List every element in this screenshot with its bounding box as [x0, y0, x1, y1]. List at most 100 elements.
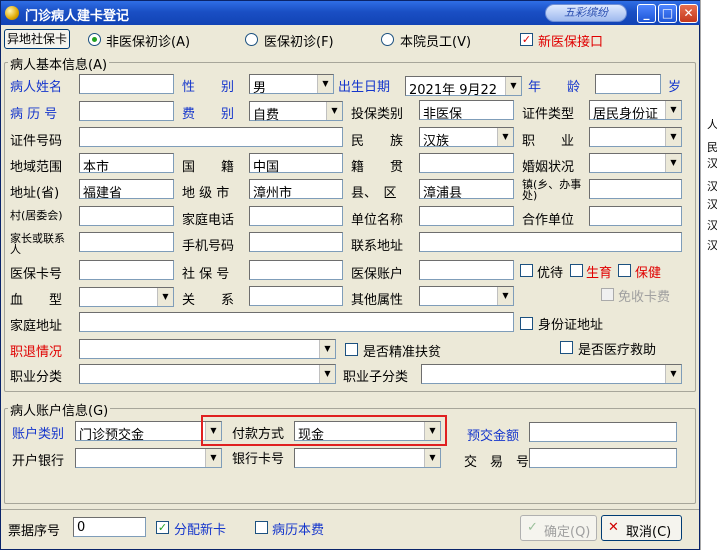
- gender-select[interactable]: 男 ▼: [249, 74, 334, 96]
- other-attr-label: 其他属性: [351, 293, 404, 308]
- app-icon: [5, 6, 19, 20]
- radio-insured[interactable]: [245, 33, 258, 46]
- chevron-down-icon: ▼: [317, 75, 333, 93]
- bank-select[interactable]: ▼: [75, 448, 222, 468]
- transaction-no-input[interactable]: [529, 448, 677, 468]
- social-no-label: 社 保 号: [182, 267, 230, 282]
- minimize-icon[interactable]: _: [637, 4, 656, 23]
- radio-staff[interactable]: [381, 33, 394, 46]
- insure-type-input[interactable]: 非医保: [419, 100, 514, 120]
- village-label: 村(居委会): [10, 209, 63, 222]
- title-bar: 门诊病人建卡登记 五彩缤纷 _ □ ✕: [1, 1, 701, 25]
- cancel-button[interactable]: ✕ 取消(C): [601, 515, 682, 541]
- transaction-no-label: 交 易 号: [464, 455, 530, 470]
- fee-type-select[interactable]: 自费 ▼: [249, 101, 343, 123]
- assign-card-checkbox[interactable]: ✓: [156, 521, 169, 534]
- job-class-label: 职业分类: [10, 370, 63, 385]
- insurance-account-input[interactable]: [419, 260, 514, 280]
- chevron-down-icon: ▼: [319, 340, 335, 358]
- close-icon[interactable]: ✕: [679, 4, 698, 23]
- age-input[interactable]: [595, 74, 661, 94]
- strip-text: 民: [707, 141, 717, 154]
- chevron-down-icon: ▼: [424, 422, 440, 440]
- payment-method-label: 付款方式: [232, 427, 285, 442]
- county-input[interactable]: 漳浦县: [419, 179, 514, 199]
- radio-staff-label: 本院员工(V): [400, 35, 472, 50]
- home-phone-input[interactable]: [249, 206, 343, 226]
- id-type-label: 证件类型: [522, 107, 575, 122]
- nation-select[interactable]: 汉族 ▼: [419, 127, 514, 149]
- work-unit-input[interactable]: [419, 206, 514, 226]
- birth-date-picker[interactable]: 2021年 9月22 ▼: [405, 76, 522, 98]
- account-type-select[interactable]: 门诊预交金 ▼: [75, 421, 222, 443]
- retire-select[interactable]: ▼: [79, 339, 336, 359]
- cancel-x-icon: ✕: [608, 520, 619, 535]
- radio-non-insured[interactable]: [88, 33, 101, 46]
- province-input[interactable]: 福建省: [79, 179, 174, 199]
- name-input[interactable]: [79, 74, 174, 94]
- confirm-button[interactable]: ✓ 确定(Q): [520, 515, 597, 541]
- account-info-title: 病人账户信息(G): [8, 400, 111, 419]
- prepay-amount-input[interactable]: [529, 422, 677, 442]
- country-input[interactable]: 中国: [249, 153, 343, 173]
- city-label: 地 级 市: [182, 186, 230, 201]
- chevron-down-icon: ▼: [505, 77, 521, 95]
- insurance-card-input[interactable]: [79, 260, 174, 280]
- name-label: 病人姓名: [10, 80, 63, 95]
- village-input[interactable]: [79, 206, 174, 226]
- job-class-select[interactable]: ▼: [79, 364, 336, 384]
- poverty-checkbox[interactable]: [345, 343, 358, 356]
- marital-label: 婚姻状况: [522, 160, 575, 175]
- native-place-input[interactable]: [419, 153, 514, 173]
- coop-unit-input[interactable]: [589, 206, 682, 226]
- new-insurance-label: 新医保接口: [538, 35, 604, 50]
- native-place-label: 籍 贯: [351, 160, 404, 175]
- free-card-checkbox[interactable]: [601, 288, 614, 301]
- record-book-checkbox[interactable]: [255, 521, 268, 534]
- strip-text: 汉: [707, 180, 717, 193]
- marital-select[interactable]: ▼: [589, 153, 682, 173]
- birth-checkbox[interactable]: [570, 264, 583, 277]
- priority-checkbox[interactable]: [520, 264, 533, 277]
- home-address-label: 家庭地址: [10, 319, 63, 334]
- guardian-label: 家长或联系人: [10, 232, 65, 256]
- job-subclass-select[interactable]: ▼: [421, 364, 682, 384]
- nation-label: 民 族: [351, 134, 404, 149]
- id-address-checkbox[interactable]: [520, 317, 533, 330]
- new-insurance-checkbox[interactable]: ✓: [520, 33, 533, 46]
- strip-text: 汉: [707, 239, 717, 252]
- blood-label: 血 型: [10, 293, 63, 308]
- job-select[interactable]: ▼: [589, 127, 682, 147]
- remote-social-card-button[interactable]: 异地社保卡: [4, 29, 70, 49]
- country-label: 国 籍: [182, 160, 235, 175]
- record-no-label: 病 历 号: [10, 107, 58, 122]
- chevron-down-icon: ▼: [665, 154, 681, 172]
- town-input[interactable]: [589, 179, 682, 199]
- home-address-input[interactable]: [79, 312, 514, 332]
- medical-aid-label: 是否医疗救助: [578, 343, 657, 358]
- gender-label: 性 别: [182, 80, 235, 95]
- contact-address-input[interactable]: [419, 232, 682, 252]
- mobile-input[interactable]: [249, 232, 343, 252]
- medical-aid-checkbox[interactable]: [560, 341, 573, 354]
- care-checkbox[interactable]: [618, 264, 631, 277]
- blood-select[interactable]: ▼: [79, 287, 174, 307]
- guardian-input[interactable]: [79, 232, 174, 252]
- payment-method-select[interactable]: 现金 ▼: [294, 421, 441, 443]
- social-no-input[interactable]: [249, 260, 343, 280]
- region-input[interactable]: 本市: [79, 153, 174, 173]
- record-no-input[interactable]: [79, 101, 174, 121]
- theme-badge[interactable]: 五彩缤纷: [545, 4, 627, 22]
- relation-input[interactable]: [249, 286, 343, 306]
- city-input[interactable]: 漳州市: [249, 179, 343, 199]
- poverty-label: 是否精准扶贫: [363, 345, 442, 360]
- job-subclass-label: 职业子分类: [343, 370, 409, 385]
- maximize-icon[interactable]: □: [658, 4, 677, 23]
- strip-text: 汉: [707, 198, 717, 211]
- other-attr-select[interactable]: ▼: [419, 286, 514, 306]
- basic-info-title: 病人基本信息(A): [8, 54, 110, 73]
- bank-card-select[interactable]: ▼: [294, 448, 441, 468]
- id-type-select[interactable]: 居民身份证 ▼: [589, 100, 682, 122]
- id-no-input[interactable]: [79, 127, 343, 147]
- receipt-no-input[interactable]: 0: [73, 517, 146, 537]
